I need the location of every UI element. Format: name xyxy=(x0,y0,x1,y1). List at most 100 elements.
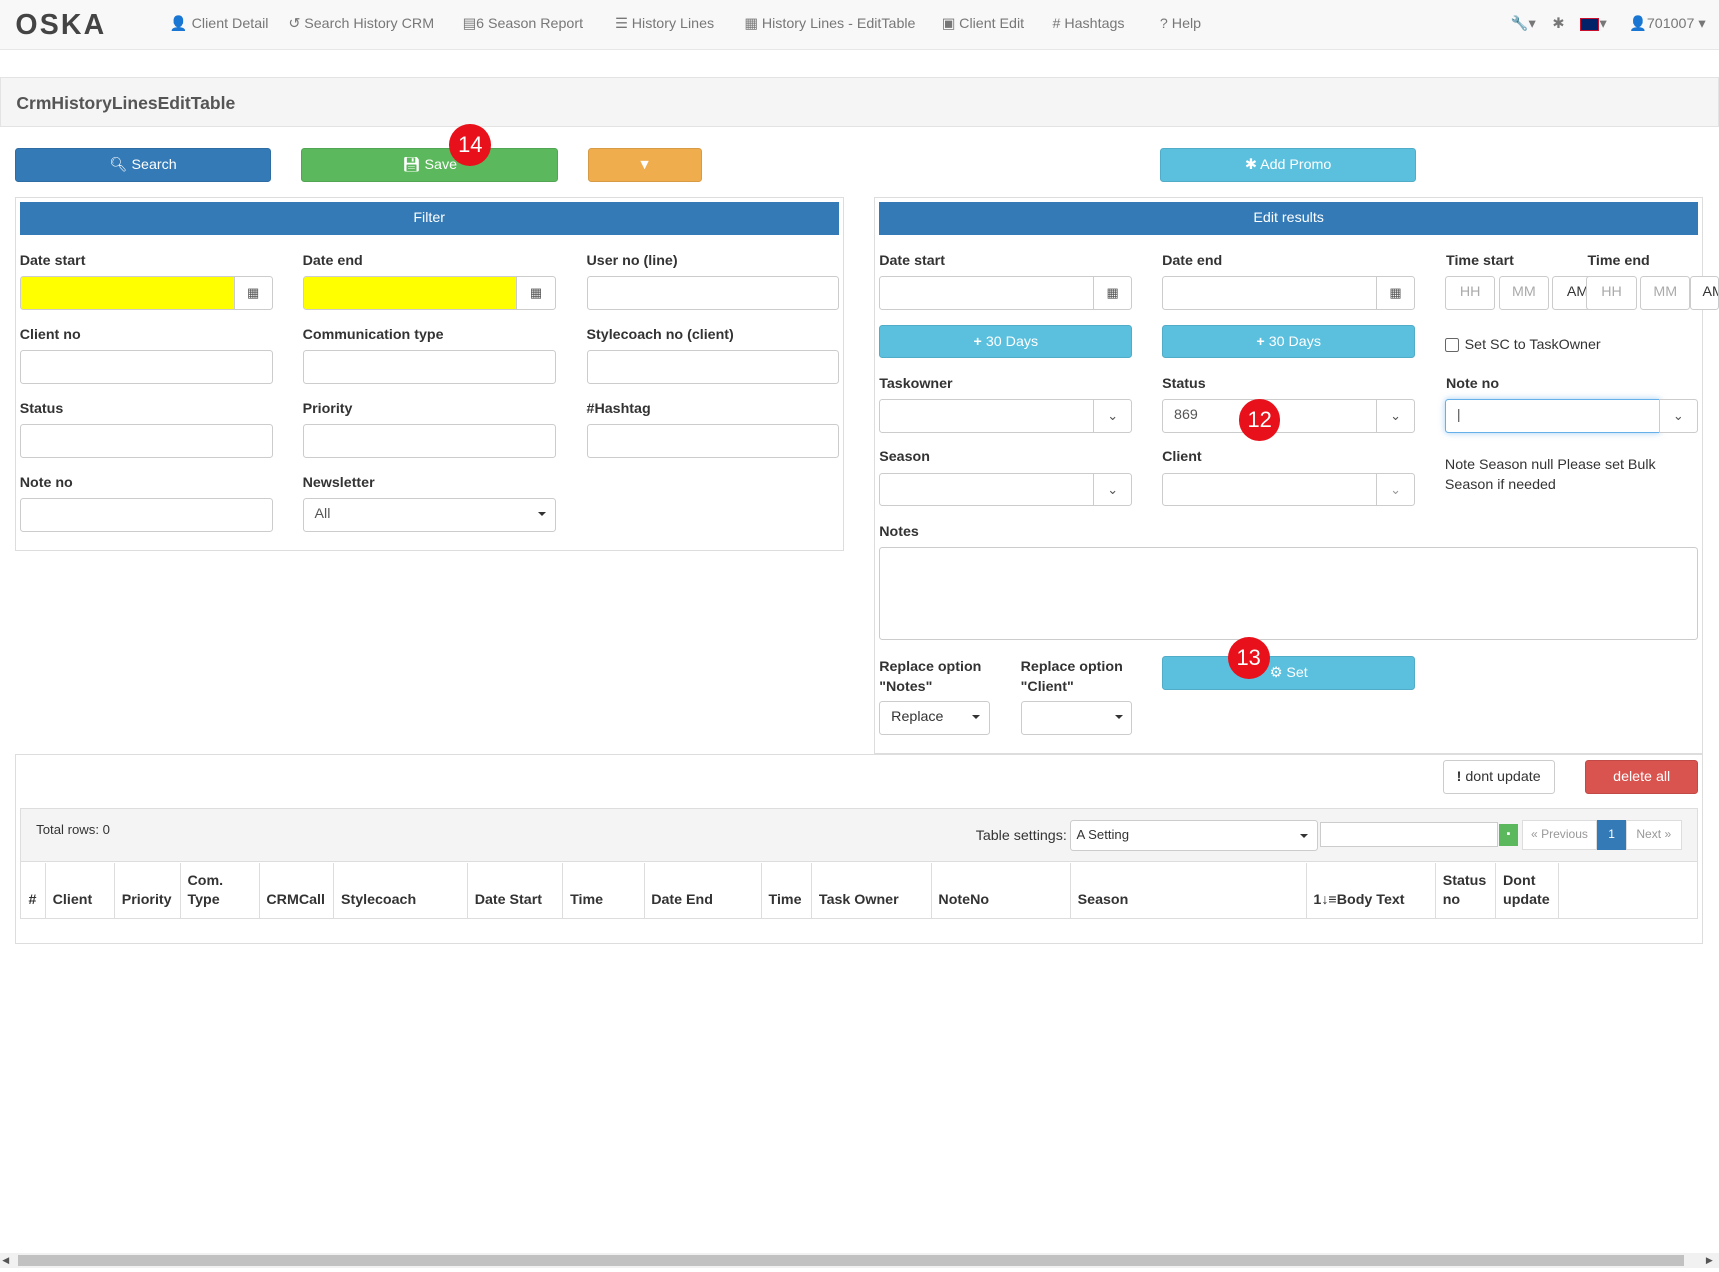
column-header[interactable]: Task Owner xyxy=(819,891,928,911)
label: Note no xyxy=(19,474,73,491)
user-menu[interactable]: 👤701007 ▾ xyxy=(1629,16,1705,32)
time-end-mm[interactable]: MM xyxy=(1640,276,1691,311)
communication-type-input[interactable] xyxy=(302,349,556,384)
nav-client-detail[interactable]: 👤 Client Detail xyxy=(170,16,269,32)
delete-all-button[interactable]: delete all xyxy=(1585,759,1699,794)
save-button[interactable]: 💾︎ Save xyxy=(301,148,558,182)
taskowner-input[interactable] xyxy=(879,399,1095,434)
stylecoach-no-input[interactable] xyxy=(586,349,839,384)
filter-date-start-input[interactable] xyxy=(19,276,235,311)
pagination-previous[interactable]: « Previous xyxy=(1521,820,1598,850)
date-start-plus-30-days-button[interactable]: + 30 Days xyxy=(879,324,1133,359)
time-start-hh[interactable]: HH xyxy=(1444,276,1496,311)
replace-notes-select[interactable]: Replace xyxy=(879,700,990,735)
scroll-right-icon[interactable]: ▶ xyxy=(1706,1255,1713,1266)
calendar-icon[interactable]: ▦ xyxy=(233,276,273,311)
time-end-ampm[interactable]: AM xyxy=(1690,276,1719,311)
column-header[interactable]: Season xyxy=(1078,891,1303,911)
plus-icon: + xyxy=(973,333,982,350)
season-input[interactable] xyxy=(879,472,1095,507)
calendar-icon[interactable]: ▦ xyxy=(1093,276,1133,311)
notes-textarea[interactable] xyxy=(879,547,1699,641)
filter-date-end-input[interactable] xyxy=(302,276,518,311)
time-end-hh[interactable]: HH xyxy=(1586,276,1637,311)
replace-client-select[interactable] xyxy=(1020,700,1133,735)
nav-season-report[interactable]: ▤6 Season Report xyxy=(463,16,583,32)
newsletter-select[interactable]: All xyxy=(302,497,556,532)
report-icon: ▤ xyxy=(462,16,477,33)
wrench-menu[interactable]: 🔧▾ xyxy=(1511,16,1536,32)
language-menu[interactable]: ▾ xyxy=(1579,16,1607,32)
label: Time start xyxy=(1446,253,1514,270)
table-settings-name-input[interactable] xyxy=(1319,822,1498,848)
time-start-mm[interactable]: MM xyxy=(1498,276,1550,311)
search-button[interactable]: 🔍︎ Search xyxy=(15,148,271,182)
table-settings-select[interactable]: A Setting xyxy=(1069,820,1318,851)
column-divider xyxy=(333,862,335,918)
nav-history-lines[interactable]: ☰ History Lines xyxy=(615,16,714,32)
nav-label: Client Detail xyxy=(191,16,269,33)
calendar-icon[interactable]: ▦ xyxy=(516,276,556,311)
calendar-icon[interactable]: ▦ xyxy=(1375,276,1416,311)
label: #Hashtag xyxy=(586,401,651,418)
chevron-down-icon[interactable]: ⌄ xyxy=(1093,472,1133,507)
client-no-input[interactable] xyxy=(19,349,273,384)
asterisk-icon: ✱ xyxy=(1244,157,1257,173)
logo[interactable]: OSKA xyxy=(15,9,106,42)
chevron-down-icon[interactable]: ⌄ xyxy=(1375,399,1416,434)
client-input[interactable] xyxy=(1162,472,1377,507)
table-icon: ▦ xyxy=(744,16,758,33)
pagination-page[interactable]: 1 xyxy=(1597,820,1626,850)
user-no-input[interactable] xyxy=(586,276,839,311)
annotation-badge: 14 xyxy=(449,123,492,166)
scroll-left-icon[interactable]: ◀ xyxy=(2,1255,9,1266)
chevron-down-icon[interactable]: ⌄ xyxy=(1658,399,1699,434)
date-end-plus-30-days-button[interactable]: + 30 Days xyxy=(1162,324,1416,359)
page-title: CrmHistoryLinesEditTable xyxy=(16,93,236,114)
note-no-input[interactable]: | xyxy=(1444,399,1660,434)
set-button[interactable]: ⚙ Set xyxy=(1162,655,1416,690)
save-settings-icon[interactable]: ▪ xyxy=(1498,824,1519,847)
column-header[interactable]: Time xyxy=(769,891,808,911)
filter-button[interactable]: ▼ xyxy=(587,148,702,182)
column-header[interactable]: # xyxy=(29,891,42,911)
chevron-down-icon[interactable]: ⌄ xyxy=(1375,472,1416,507)
nav-search-history-crm[interactable]: ↺ Search History CRM xyxy=(288,16,434,32)
add-promo-button[interactable]: ✱ Add Promo xyxy=(1159,148,1417,182)
label: 30 Days xyxy=(985,333,1039,350)
nav-label: Client Edit xyxy=(959,16,1025,33)
nav-history-lines-edittable[interactable]: ▦ History Lines - EditTable xyxy=(744,16,915,32)
set-sc-checkbox[interactable] xyxy=(1444,337,1460,352)
column-header[interactable]: Stylecoach xyxy=(341,891,464,911)
nav-client-edit[interactable]: ▣ Client Edit xyxy=(942,16,1024,32)
pagination-next[interactable]: Next » xyxy=(1625,820,1682,850)
column-header[interactable]: CRMCall xyxy=(266,891,330,911)
column-header[interactable]: Status no xyxy=(1443,872,1492,911)
nav-help[interactable]: ? Help xyxy=(1160,16,1201,32)
dont-update-button[interactable]: ! dont update xyxy=(1442,759,1555,794)
nav-label: History Lines - EditTable xyxy=(761,16,916,33)
column-header[interactable]: Date End xyxy=(651,891,757,911)
nav-hashtags[interactable]: # Hashtags xyxy=(1052,16,1124,32)
hashtag-input[interactable] xyxy=(586,424,839,459)
column-header[interactable]: Priority xyxy=(122,891,177,911)
column-header[interactable]: Dont update xyxy=(1503,872,1555,911)
column-header[interactable]: Com. Type xyxy=(187,872,255,911)
column-header[interactable]: Time xyxy=(570,891,640,911)
column-divider xyxy=(930,862,932,918)
column-header[interactable]: Date Start xyxy=(475,891,559,911)
column-header[interactable]: Client xyxy=(53,891,111,911)
priority-input[interactable] xyxy=(302,424,556,459)
column-header[interactable]: 1↓≡Body Text xyxy=(1313,891,1431,911)
edit-date-end-input[interactable] xyxy=(1162,276,1377,311)
column-header[interactable]: NoteNo xyxy=(938,891,1066,911)
status-input[interactable] xyxy=(19,424,273,459)
note-no-input[interactable] xyxy=(19,497,273,532)
label: Set SC to TaskOwner xyxy=(1464,336,1601,353)
horizontal-scrollbar[interactable]: ◀ ▶ xyxy=(0,1253,1719,1269)
navbar: OSKA 👤 Client Detail ↺ Search History CR… xyxy=(0,0,1719,51)
edit-date-start-input[interactable] xyxy=(879,276,1095,311)
scrollbar-thumb[interactable] xyxy=(17,1255,1684,1267)
bug-icon[interactable]: ✱ xyxy=(1552,16,1564,32)
chevron-down-icon[interactable]: ⌄ xyxy=(1093,399,1133,434)
